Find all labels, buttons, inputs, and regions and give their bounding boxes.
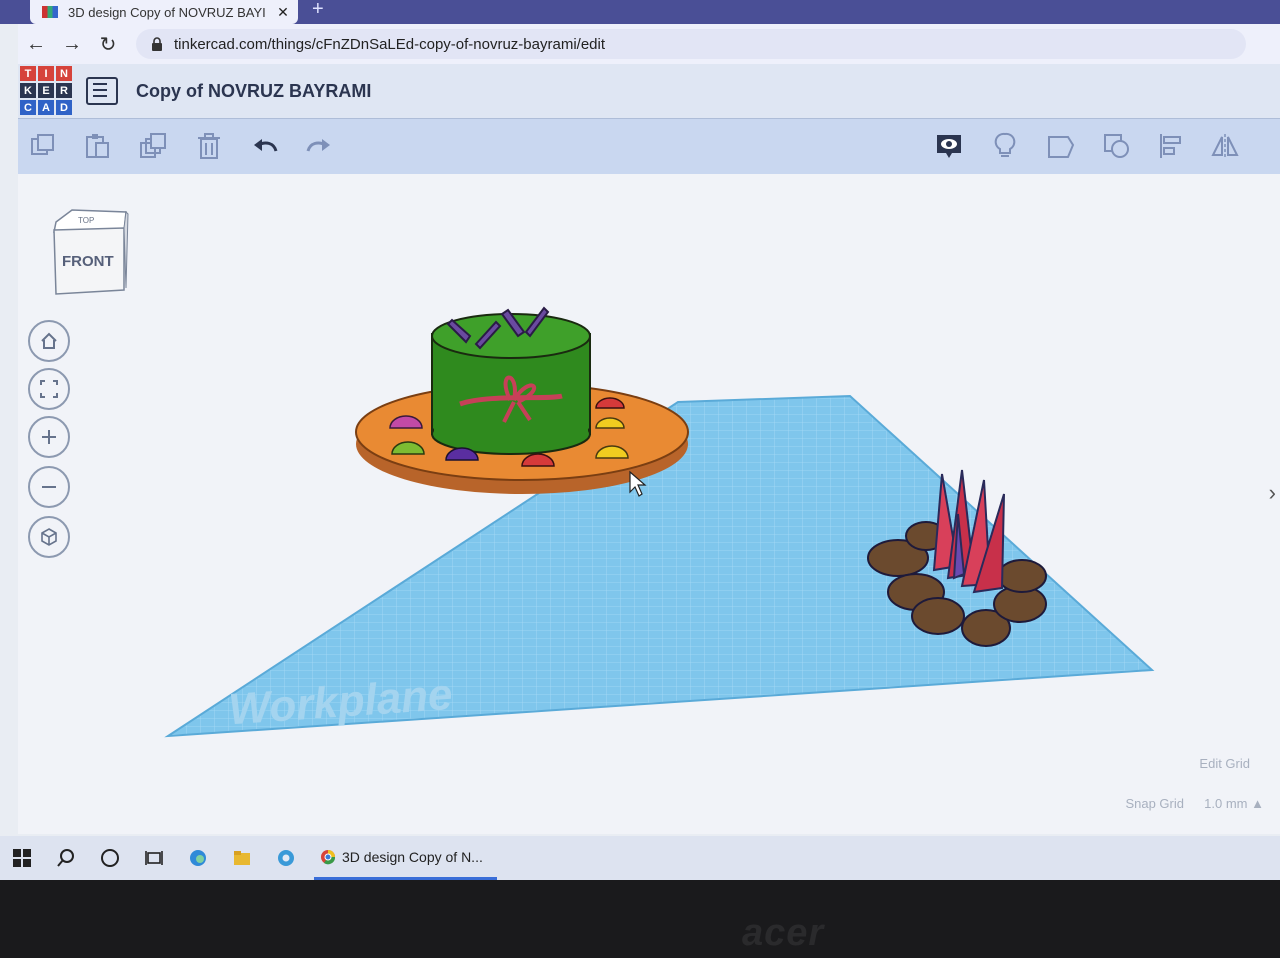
duplicate-icon[interactable] (136, 129, 170, 163)
logo-letter: E (38, 83, 54, 98)
view-cube[interactable]: TOP FRONT (50, 208, 130, 298)
taskbar-app-label: 3D design Copy of N... (342, 848, 483, 865)
viewcube-front-label: FRONT (62, 253, 114, 270)
solid-icon[interactable] (1044, 129, 1078, 163)
design-canvas[interactable]: Workplane TOP FRONT › Edit Grid Snap Gri… (18, 174, 1280, 834)
new-tab-button[interactable]: + (312, 0, 324, 21)
fit-view-button[interactable] (28, 368, 70, 410)
copy-icon[interactable] (26, 129, 60, 163)
design-title[interactable]: Copy of NOVRUZ BAYRAMI (136, 81, 371, 102)
fit-all-icon (40, 380, 58, 398)
logo-letter: R (56, 83, 72, 98)
taskbar-chrome-window[interactable]: 3D design Copy of N... (314, 836, 497, 880)
tinkercad-logo[interactable]: T I N K E R C A D (20, 66, 72, 116)
laptop-brand-logo: acer (742, 912, 825, 954)
browser-tab[interactable]: 3D design Copy of NOVRUZ BAYI ✕ (30, 0, 298, 24)
lock-icon (152, 37, 162, 51)
zoom-in-button[interactable] (28, 416, 70, 458)
screen: 3D design Copy of NOVRUZ BAYI ✕ + ← → ↻ … (0, 0, 1280, 880)
paste-icon[interactable] (80, 129, 114, 163)
logo-letter: K (20, 83, 36, 98)
perspective-button[interactable] (28, 516, 70, 558)
logo-letter: C (20, 100, 36, 115)
align-icon[interactable] (1154, 129, 1188, 163)
search-icon[interactable] (44, 836, 88, 880)
url-text: tinkercad.com/things/cFnZDnSaLEd-copy-of… (174, 35, 606, 53)
tab-title: 3D design Copy of NOVRUZ BAYI (68, 4, 266, 20)
edge-browser-icon[interactable] (176, 836, 220, 880)
task-view-icon[interactable] (132, 836, 176, 880)
mirror-icon[interactable] (1208, 129, 1242, 163)
home-view-button[interactable] (28, 320, 70, 362)
reload-icon[interactable]: ↻ (90, 32, 126, 57)
zoom-out-button[interactable] (28, 466, 70, 508)
browser-tab-strip: 3D design Copy of NOVRUZ BAYI ✕ + (0, 0, 1280, 24)
chrome-icon[interactable] (264, 836, 308, 880)
3d-scene: Workplane (164, 306, 1155, 738)
forward-arrow-icon[interactable]: → (54, 33, 90, 56)
panel-expand-chevron-icon[interactable]: › (1269, 480, 1276, 506)
snap-grid-label: Snap Grid (1125, 796, 1184, 811)
cube-icon (41, 528, 57, 546)
cake-model[interactable] (355, 306, 689, 494)
address-bar: ← → ↻ tinkercad.com/things/cFnZDnSaLEd-c… (18, 24, 1280, 64)
show-all-icon[interactable] (932, 129, 966, 163)
logo-letter: T (20, 66, 36, 81)
undo-icon[interactable] (248, 129, 282, 163)
file-explorer-icon[interactable] (220, 836, 264, 880)
delete-icon[interactable] (192, 129, 226, 163)
viewcube-top-label: TOP (78, 216, 94, 225)
toolbar (18, 118, 1280, 175)
home-icon (41, 332, 57, 349)
logo-letter: A (38, 100, 54, 115)
chrome-app-icon (321, 849, 336, 864)
back-arrow-icon[interactable]: ← (18, 33, 54, 56)
windows-start-icon[interactable] (0, 836, 44, 880)
windows-taskbar: 3D design Copy of N... (0, 836, 1280, 880)
snap-grid-select[interactable]: 1.0 mm ▲ (1204, 796, 1264, 811)
plus-icon (42, 430, 56, 444)
cortana-icon[interactable] (88, 836, 132, 880)
url-field[interactable]: tinkercad.com/things/cFnZDnSaLEd-copy-of… (136, 29, 1246, 59)
tab-close-icon[interactable]: ✕ (274, 4, 292, 21)
logo-letter: D (56, 100, 72, 115)
hole-icon[interactable] (1100, 129, 1134, 163)
redo-icon[interactable] (302, 129, 336, 163)
design-list-icon[interactable] (86, 77, 118, 105)
edit-grid-button[interactable]: Edit Grid (1199, 756, 1250, 771)
notes-icon[interactable] (988, 129, 1022, 163)
tinkercad-favicon-icon (42, 6, 58, 18)
logo-letter: N (56, 66, 72, 81)
logo-letter: I (38, 66, 54, 81)
minus-icon (42, 486, 56, 488)
app-header: T I N K E R C A D Copy of NOVRUZ BAYRAMI (18, 64, 1280, 118)
